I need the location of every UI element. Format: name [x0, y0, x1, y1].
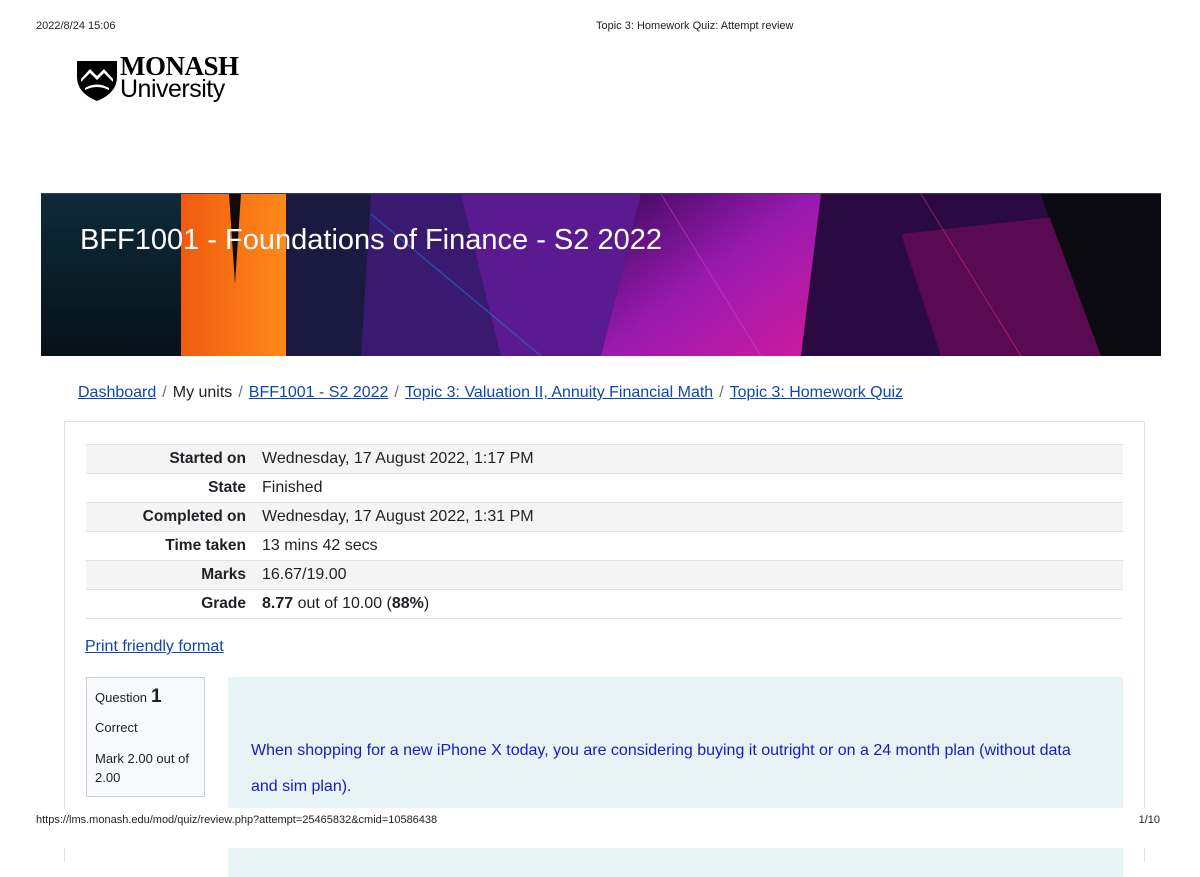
summary-label: Completed on — [86, 502, 254, 532]
grade-percent: 88% — [391, 595, 424, 612]
summary-label: Time taken — [86, 531, 254, 561]
monash-shield-icon — [77, 61, 117, 101]
breadcrumb-separator: / — [394, 384, 399, 401]
grade-close: ) — [423, 595, 430, 612]
attempt-summary-table: Started on Wednesday, 17 August 2022, 1:… — [86, 444, 1123, 619]
grade-out-of: out of 10.00 ( — [293, 595, 392, 612]
print-page-title: Topic 3: Homework Quiz: Attempt review — [596, 20, 794, 32]
summary-row-state: State Finished — [86, 473, 1123, 503]
monash-logo[interactable]: MONASH University — [75, 53, 245, 105]
summary-row-marks: Marks 16.67/19.00 — [86, 560, 1123, 590]
summary-value: 16.67/19.00 — [254, 560, 1123, 590]
breadcrumb-dashboard[interactable]: Dashboard — [78, 384, 156, 401]
breadcrumb-unit[interactable]: BFF1001 - S2 2022 — [249, 384, 389, 401]
quiz-review-region: Started on Wednesday, 17 August 2022, 1:… — [64, 421, 1145, 877]
summary-row-grade: Grade 8.77 out of 10.00 (88%) — [86, 589, 1123, 619]
summary-row-completed: Completed on Wednesday, 17 August 2022, … — [86, 502, 1123, 532]
summary-value: 13 mins 42 secs — [254, 531, 1123, 561]
summary-label: Grade — [86, 589, 254, 619]
banner-artwork — [41, 194, 1161, 356]
summary-row-started: Started on Wednesday, 17 August 2022, 1:… — [86, 444, 1123, 474]
summary-label: Started on — [86, 444, 254, 474]
print-header: 2022/8/24 15:06 Topic 3: Homework Quiz: … — [36, 20, 1160, 36]
breadcrumb-quiz[interactable]: Topic 3: Homework Quiz — [730, 384, 903, 401]
breadcrumb-separator: / — [162, 384, 167, 401]
page-number: 1/10 — [1138, 814, 1160, 826]
question-number: Question 1 — [95, 686, 162, 708]
summary-value: Wednesday, 17 August 2022, 1:17 PM — [254, 444, 1123, 474]
logo-text-university: University — [120, 75, 225, 103]
question-state: Correct — [95, 720, 138, 735]
breadcrumb-my-units: My units — [172, 384, 233, 401]
print-footer: https://lms.monash.edu/mod/quiz/review.p… — [36, 812, 1160, 828]
course-banner: BFF1001 - Foundations of Finance - S2 20… — [41, 193, 1161, 356]
print-datetime: 2022/8/24 15:06 — [36, 20, 116, 32]
print-url: https://lms.monash.edu/mod/quiz/review.p… — [36, 814, 438, 826]
summary-value: 8.77 out of 10.00 (88%) — [254, 589, 1123, 619]
question-info-box: Question 1 Correct Mark 2.00 out of 2.00 — [86, 677, 205, 797]
breadcrumb-separator: / — [238, 384, 243, 401]
print-friendly-link[interactable]: Print friendly format — [85, 638, 224, 656]
summary-value: Finished — [254, 473, 1123, 503]
summary-label: Marks — [86, 560, 254, 590]
question-number-value: 1 — [151, 686, 162, 707]
course-title: BFF1001 - Foundations of Finance - S2 20… — [80, 224, 662, 256]
question-mark: Mark 2.00 out of 2.00 — [95, 751, 189, 785]
summary-label: State — [86, 473, 254, 503]
question-text: When shopping for a new iPhone X today, … — [251, 742, 1071, 795]
breadcrumb-separator: / — [719, 384, 724, 401]
summary-row-time-taken: Time taken 13 mins 42 secs — [86, 531, 1123, 561]
breadcrumb: Dashboard / My units / BFF1001 - S2 2022 / Top… — [78, 383, 903, 403]
breadcrumb-topic[interactable]: Topic 3: Valuation II, Annuity Financial… — [405, 384, 713, 401]
grade-score: 8.77 — [262, 595, 294, 612]
question-prefix: Question — [95, 690, 148, 705]
summary-value: Wednesday, 17 August 2022, 1:31 PM — [254, 502, 1123, 532]
